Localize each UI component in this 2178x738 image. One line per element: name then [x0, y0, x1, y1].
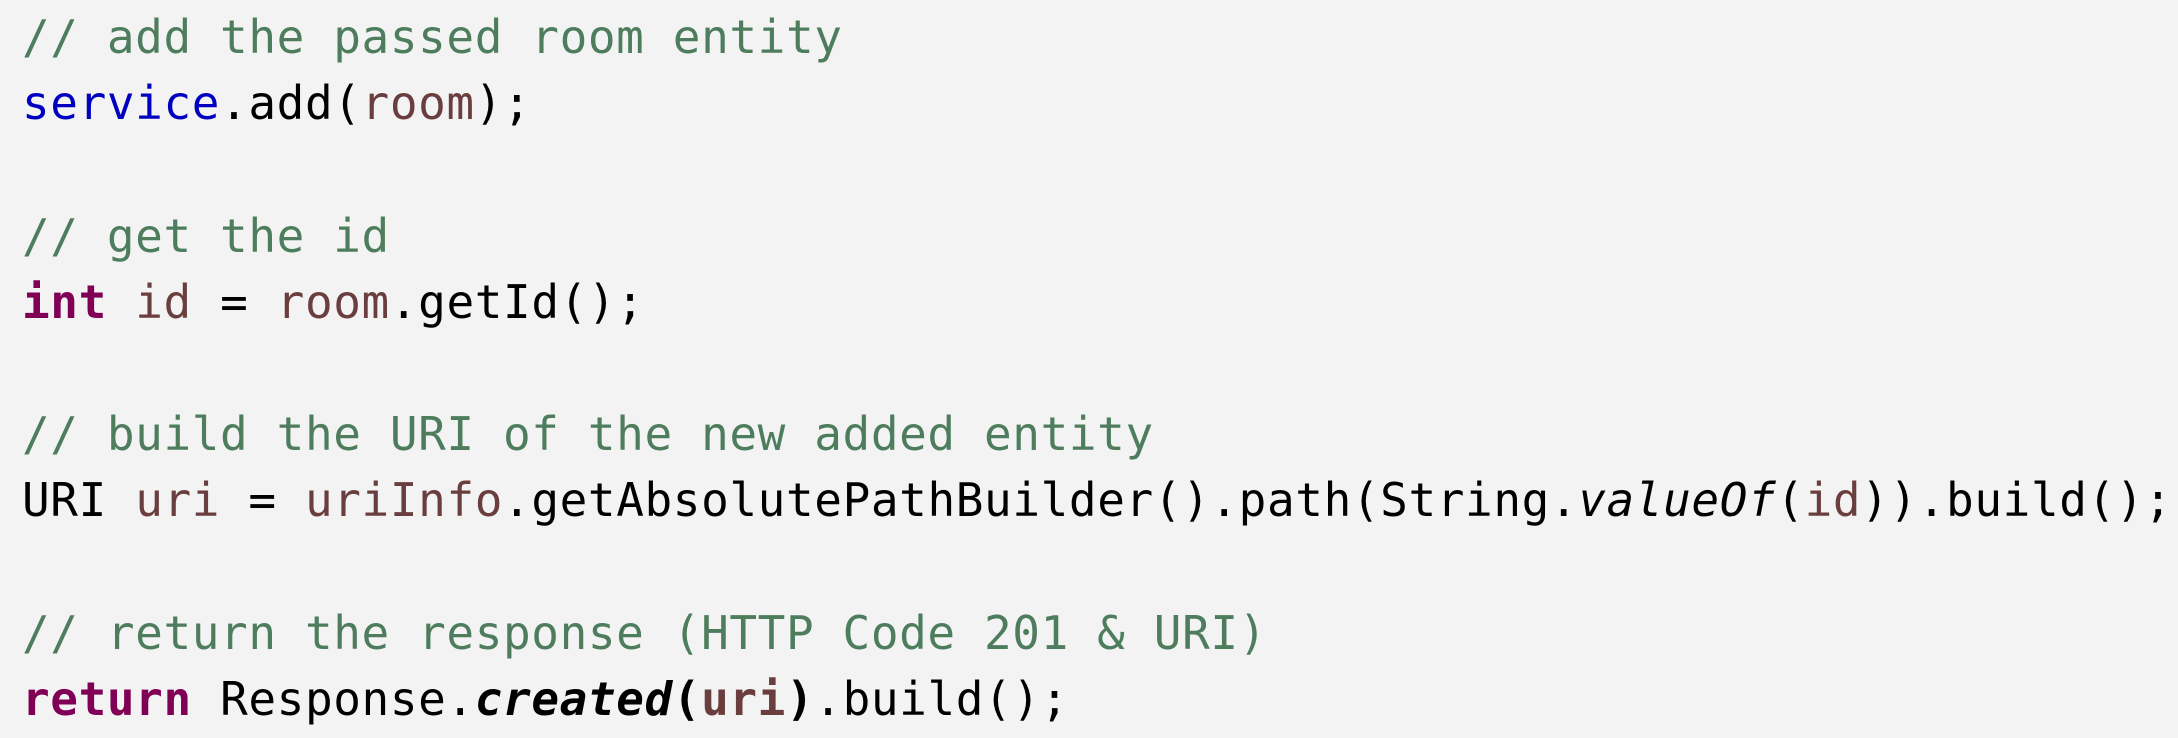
code-token-comment: // return the response (HTTP Code 201 & …: [22, 605, 1267, 660]
code-line: int id = room.getId();: [22, 269, 2172, 335]
code-token-plain: .add(: [220, 76, 362, 131]
code-token-plain: (: [1776, 473, 1805, 528]
code-token-var: id: [135, 274, 192, 329]
code-token-var-bold: uri: [701, 671, 786, 726]
code-token-var: room: [276, 274, 390, 329]
code-token-bolditalic: created: [474, 671, 673, 726]
code-token-plain: URI: [22, 473, 136, 528]
code-line: // add the passed room entity: [22, 4, 2172, 70]
code-line: // build the URI of the new added entity: [22, 401, 2172, 467]
code-token-italic: valueOf: [1578, 473, 1777, 528]
code-token-var: room: [361, 76, 475, 131]
code-token-plain: .getAbsolutePathBuilder().path(String.: [503, 473, 1579, 528]
code-line: URI uri = uriInfo.getAbsolutePathBuilder…: [22, 467, 2172, 533]
code-token-plain: Response.: [191, 671, 475, 726]
code-token-var: uri: [135, 473, 221, 528]
code-token-kw: return: [22, 671, 192, 726]
code-token-plain: =: [220, 473, 305, 528]
code-token-plain: =: [191, 274, 277, 329]
code-line: return Response.created(uri).build();: [22, 666, 2172, 732]
code-token-plain: .getId();: [389, 274, 645, 329]
code-token-kw: int: [22, 274, 107, 329]
code-token-plain: )).build();: [1861, 473, 2173, 528]
code-token-plain: );: [474, 76, 532, 131]
code-editor[interactable]: // add the passed room entity service.add…: [22, 4, 2172, 732]
code-token-bold: ): [785, 671, 815, 726]
code-line: // return the response (HTTP Code 201 & …: [22, 600, 2172, 666]
code-line: service.add(room);: [22, 70, 2172, 136]
code-token-plain: .build();: [814, 671, 1069, 726]
code-token-var: id: [1804, 473, 1862, 528]
code-line: // get the id: [22, 203, 2172, 269]
code-token-comment: // build the URI of the new added entity: [22, 407, 1154, 462]
code-token-comment: // get the id: [22, 208, 390, 263]
code-token-field: service: [22, 76, 221, 131]
code-token-bold: (: [672, 671, 702, 726]
code-token-var: uriInfo: [304, 473, 504, 528]
code-token-comment: // add the passed room entity: [22, 10, 843, 64]
